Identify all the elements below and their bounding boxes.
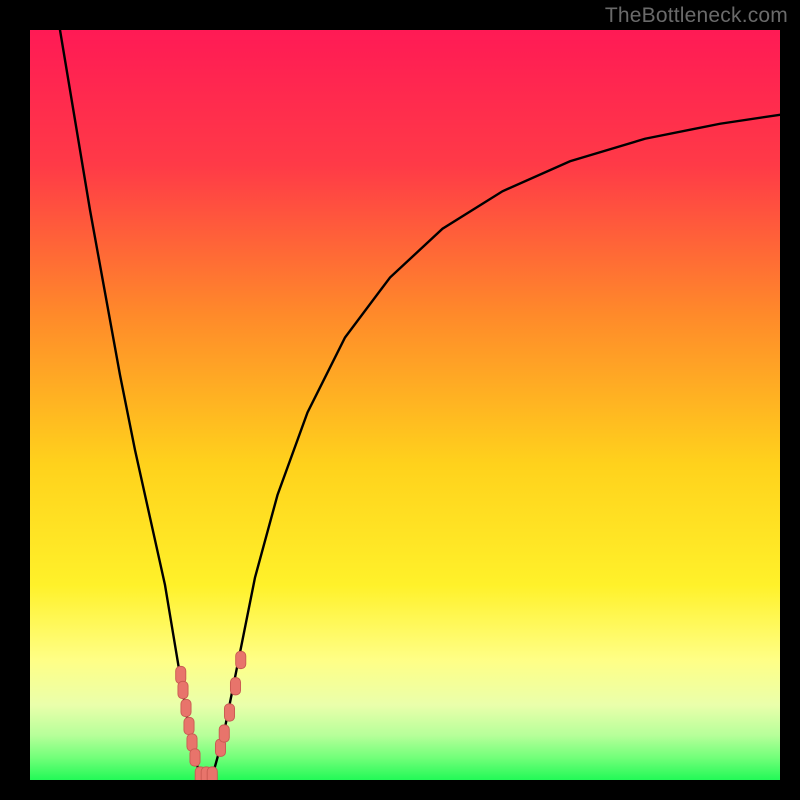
marker-floor bbox=[207, 767, 217, 780]
marker-right bbox=[230, 678, 240, 695]
marker-right bbox=[224, 704, 234, 721]
marker-left bbox=[190, 749, 200, 766]
watermark-text: TheBottleneck.com bbox=[605, 4, 788, 28]
curve-layer bbox=[30, 30, 780, 780]
marker-right bbox=[219, 725, 229, 742]
marker-left bbox=[178, 681, 188, 698]
marker-right bbox=[236, 651, 246, 668]
curve-right-branch bbox=[212, 115, 780, 777]
chart-stage: TheBottleneck.com bbox=[0, 0, 800, 800]
plot-area bbox=[30, 30, 780, 780]
bottleneck-curve bbox=[60, 30, 780, 776]
curve-left-branch bbox=[60, 30, 200, 776]
marker-left bbox=[184, 717, 194, 734]
marker-left bbox=[181, 699, 191, 716]
